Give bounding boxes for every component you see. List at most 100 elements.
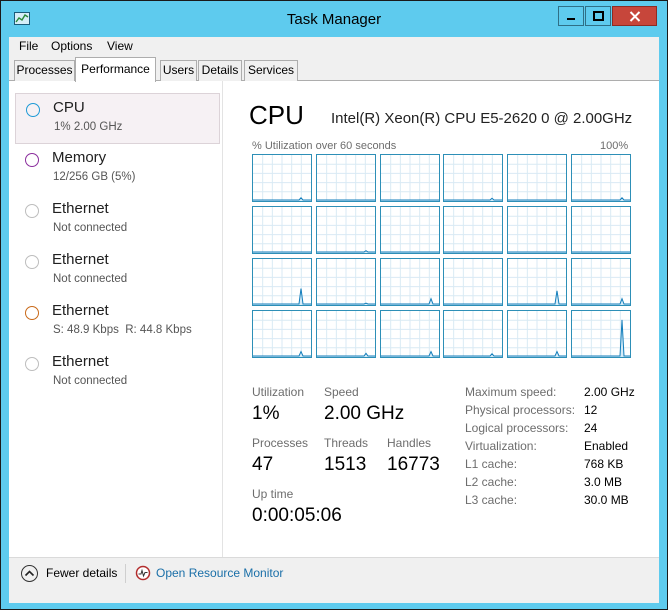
cpu-core-graph [443, 258, 504, 306]
cpu-detail-panel: CPU Intel(R) Xeon(R) CPU E5-2620 0 @ 2.0… [224, 81, 659, 557]
spec-value: 768 KB [584, 457, 624, 471]
page-title: CPU [249, 100, 304, 130]
maximize-icon [592, 11, 604, 21]
tab-processes[interactable]: Processes [14, 60, 75, 81]
spec-value: Enabled [584, 439, 629, 453]
cpu-core-graph [252, 310, 312, 358]
sidebar-item-subtitle: 12/256 GB (5%) [53, 171, 136, 183]
cpu-core-graph [571, 310, 631, 358]
cpu-core-graph [507, 206, 568, 254]
sidebar-item-title: Ethernet [52, 302, 109, 319]
close-button[interactable] [612, 6, 657, 26]
spec-value: 30.0 MB [584, 493, 629, 507]
chevron-up-icon [24, 570, 35, 577]
processes-label: Processes [252, 436, 309, 450]
tab-performance[interactable]: Performance [75, 57, 156, 82]
cpu-core-graph [315, 206, 376, 254]
close-icon [629, 10, 640, 22]
spec-value: 12 [584, 403, 598, 417]
performance-content: CPU 1% 2.00 GHz Memory 12/256 GB (5%) Et… [9, 81, 659, 557]
spec-value: 2.00 GHz [584, 385, 635, 399]
spec-label: Logical processors: [465, 421, 569, 435]
cpu-indicator-icon [26, 103, 40, 117]
resource-sidebar: CPU 1% 2.00 GHz Memory 12/256 GB (5%) Et… [9, 81, 223, 557]
sidebar-item-title: Ethernet [52, 251, 109, 268]
cpu-core-graph [379, 206, 440, 254]
utilization-value: 1% [252, 403, 280, 424]
spec-label: Physical processors: [465, 403, 576, 417]
tab-details[interactable]: Details [198, 60, 242, 81]
cpu-core-graph [443, 310, 504, 358]
menu-bar: File Options View [9, 37, 659, 56]
threads-value: 1513 [324, 454, 367, 475]
handles-value: 16773 [387, 454, 440, 475]
memory-indicator-icon [25, 153, 39, 167]
title-bar[interactable]: Task Manager [1, 1, 667, 37]
cpu-core-graph [571, 206, 631, 254]
tab-strip: Processes Performance Users Details Serv… [9, 56, 659, 82]
sidebar-item-cpu[interactable]: CPU 1% 2.00 GHz [15, 93, 220, 144]
cpu-core-graph [507, 258, 568, 306]
ethernet-indicator-icon [25, 306, 39, 320]
sidebar-item-ethernet-2[interactable]: Ethernet Not connected [15, 246, 220, 297]
fewer-details-button[interactable] [21, 565, 38, 582]
sidebar-item-title: Memory [52, 149, 107, 166]
utilization-label: Utilization [252, 385, 305, 399]
ethernet-indicator-icon [25, 357, 39, 371]
sidebar-item-subtitle: Not connected [53, 375, 128, 387]
cpu-core-graph [507, 154, 568, 202]
menu-file[interactable]: File [19, 39, 38, 53]
task-manager-window: Task Manager File Options View Processes… [0, 0, 668, 610]
cpu-core-graph [443, 154, 504, 202]
cpu-core-graph [315, 310, 376, 358]
tab-services[interactable]: Services [244, 60, 298, 81]
handles-label: Handles [387, 436, 432, 450]
sidebar-item-ethernet-1[interactable]: Ethernet Not connected [15, 195, 220, 246]
processes-value: 47 [252, 454, 274, 475]
sidebar-item-title: Ethernet [52, 200, 109, 217]
speed-value: 2.00 GHz [324, 403, 405, 424]
menu-view[interactable]: View [107, 39, 133, 53]
spec-label: Maximum speed: [465, 385, 557, 399]
cpu-core-graph [443, 206, 504, 254]
resource-monitor-icon[interactable] [135, 565, 151, 581]
cpu-model-name: Intel(R) Xeon(R) CPU E5-2620 0 @ 2.00GHz [331, 110, 633, 127]
utilization-graph-max: 100% [600, 140, 629, 152]
uptime-label: Up time [252, 487, 294, 501]
minimize-icon [567, 18, 575, 20]
minimize-button[interactable] [558, 6, 584, 26]
sidebar-item-title: Ethernet [52, 353, 109, 370]
sidebar-item-subtitle: S: 48.9 Kbps R: 44.8 Kbps [53, 324, 192, 336]
ethernet-indicator-icon [25, 255, 39, 269]
speed-label: Speed [324, 385, 359, 399]
cpu-core-graph [252, 206, 312, 254]
uptime-value: 0:00:05:06 [252, 505, 342, 526]
fewer-details-link[interactable]: Fewer details [46, 566, 117, 580]
cpu-core-graph [571, 258, 631, 306]
footer-bar: Fewer details Open Resource Monitor [9, 557, 659, 603]
cpu-core-graph [507, 310, 568, 358]
cpu-core-graph [315, 258, 376, 306]
sidebar-item-subtitle: Not connected [53, 273, 128, 285]
tab-users[interactable]: Users [160, 60, 197, 81]
open-resource-monitor-link[interactable]: Open Resource Monitor [156, 566, 283, 580]
sidebar-item-title: CPU [53, 99, 85, 116]
cpu-core-graph [252, 154, 312, 202]
menu-options[interactable]: Options [51, 39, 92, 53]
sidebar-item-subtitle: 1% 2.00 GHz [54, 121, 123, 133]
sidebar-item-ethernet-4[interactable]: Ethernet Not connected [15, 348, 220, 399]
spec-value: 3.0 MB [584, 475, 623, 489]
sidebar-item-ethernet-3[interactable]: Ethernet S: 48.9 Kbps R: 44.8 Kbps [15, 297, 220, 348]
logical-processor-graphs[interactable] [252, 154, 631, 360]
client-area: File Options View Processes Performance … [9, 37, 659, 603]
spec-label: L3 cache: [465, 493, 518, 507]
sidebar-item-subtitle: Not connected [53, 222, 128, 234]
cpu-core-graph [315, 154, 376, 202]
sidebar-item-memory[interactable]: Memory 12/256 GB (5%) [15, 144, 220, 195]
cpu-core-graph [571, 154, 631, 202]
cpu-core-graph [379, 310, 440, 358]
maximize-button[interactable] [585, 6, 611, 26]
utilization-graph-label: % Utilization over 60 seconds [252, 140, 397, 152]
spec-label: L2 cache: [465, 475, 518, 489]
footer-divider [125, 564, 126, 583]
